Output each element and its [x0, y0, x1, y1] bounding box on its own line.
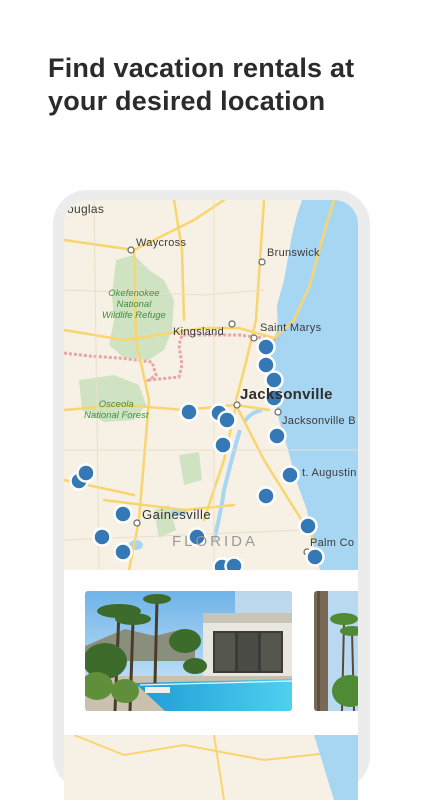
map-pin[interactable] [113, 504, 133, 524]
map-pin[interactable] [256, 486, 276, 506]
map-pin[interactable] [113, 542, 133, 562]
label-okefenokee: Okefenokee National Wildlife Refuge [102, 288, 166, 321]
palm-trees-photo [314, 591, 358, 711]
map-pin[interactable] [217, 410, 237, 430]
map-pin[interactable] [224, 556, 244, 571]
label-st-augustine: t. Augustin [302, 467, 357, 479]
label-osceola: Osceola National Forest [84, 399, 149, 421]
label-jacksonville: Jacksonville [240, 386, 333, 403]
villa-pool-photo [85, 591, 292, 711]
map-pin[interactable] [179, 402, 199, 422]
headline: Find vacation rentals at your desired lo… [48, 53, 355, 116]
map-pin[interactable] [298, 516, 318, 536]
listing-photo[interactable] [85, 591, 292, 711]
map-pin[interactable] [256, 337, 276, 357]
label-saint-marys: Saint Marys [260, 322, 322, 334]
map-pin[interactable] [280, 465, 300, 485]
label-waycross: Waycross [136, 237, 187, 249]
map-pin[interactable] [213, 435, 233, 455]
label-palm-coast: Palm Co [310, 537, 355, 549]
label-douglas: ouglas [67, 202, 105, 216]
listing-photo[interactable] [314, 591, 358, 711]
map-view-lower [64, 734, 358, 800]
map-pin[interactable] [92, 527, 112, 547]
map-pin[interactable] [267, 426, 287, 446]
label-brunswick: Brunswick [267, 247, 320, 259]
listing-carousel[interactable] [64, 570, 358, 735]
phone-screen: ouglas Waycross Brunswick Okefenokee Nat… [64, 200, 358, 800]
label-florida: FLORIDA [172, 533, 259, 550]
label-jacksonville-beach: Jacksonville B [282, 415, 356, 427]
label-gainesville: Gainesville [142, 507, 212, 522]
map-pin[interactable] [305, 547, 325, 567]
label-kingsland: Kingsland [173, 326, 225, 338]
map-pin[interactable] [76, 463, 96, 483]
